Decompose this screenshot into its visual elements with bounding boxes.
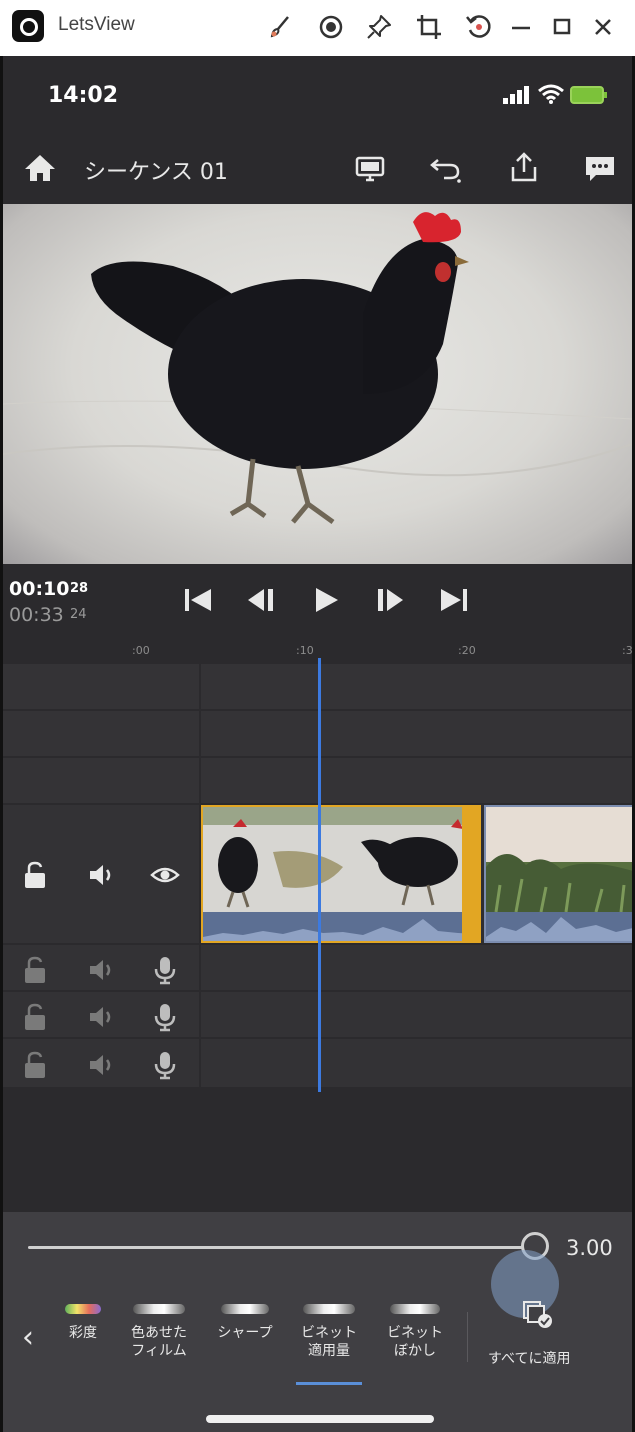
undo-icon[interactable] xyxy=(428,150,464,186)
record-icon[interactable] xyxy=(316,12,346,42)
duration-timecode: 00:33 xyxy=(9,604,64,626)
step-forward-icon[interactable] xyxy=(372,584,408,616)
battery-icon xyxy=(570,86,607,104)
timeline-empty-area xyxy=(3,1092,632,1212)
wifi-icon xyxy=(538,84,564,104)
audio-track-lane[interactable] xyxy=(201,945,632,990)
microphone-icon[interactable] xyxy=(150,955,180,985)
intensity-value: 3.00 xyxy=(566,1236,613,1260)
track-header[interactable] xyxy=(3,758,199,803)
sequence-title[interactable]: シーケンス 01 xyxy=(84,154,228,186)
skip-to-start-icon[interactable] xyxy=(180,584,216,616)
home-icon[interactable] xyxy=(22,150,58,186)
microphone-icon[interactable] xyxy=(150,1002,180,1032)
close-icon[interactable] xyxy=(588,12,618,42)
pin-icon[interactable] xyxy=(364,12,394,42)
track-lane[interactable] xyxy=(201,664,632,709)
skip-to-end-icon[interactable] xyxy=(436,584,472,616)
current-timecode: 00:10 xyxy=(9,578,70,600)
play-icon[interactable] xyxy=(308,584,344,616)
preset-thumb xyxy=(133,1304,185,1314)
ruler-label: :00 xyxy=(132,644,150,657)
preset-label: 彩度 xyxy=(69,1325,97,1341)
preset-label: シャープ xyxy=(217,1325,273,1341)
preset-faded-film[interactable]: 色あせた フィルム xyxy=(124,1304,194,1374)
preset-label: ぼかし xyxy=(394,1343,436,1359)
track-lane[interactable] xyxy=(201,758,632,803)
preset-sharpen[interactable]: シャープ xyxy=(210,1304,280,1374)
track-header[interactable] xyxy=(3,664,199,709)
preset-vignette-blur[interactable]: ビネット ぼかし xyxy=(380,1304,450,1374)
unlock-icon[interactable] xyxy=(20,1050,50,1080)
chevron-left-icon[interactable]: ‹ xyxy=(22,1320,34,1355)
microphone-icon[interactable] xyxy=(150,1050,180,1080)
ruler-label: :20 xyxy=(458,644,476,657)
track-lane[interactable] xyxy=(201,711,632,756)
apply-all-icon[interactable] xyxy=(522,1300,554,1330)
clip-thumbnail xyxy=(486,807,633,941)
video-clip-selected[interactable] xyxy=(201,805,481,943)
monitor-icon[interactable] xyxy=(352,150,388,186)
clip-trim-handle[interactable] xyxy=(462,805,481,943)
comment-icon[interactable] xyxy=(582,150,618,186)
ruler-label: :3 xyxy=(622,644,633,657)
video-clip[interactable] xyxy=(484,805,635,943)
track-header[interactable] xyxy=(3,711,199,756)
intensity-slider-track[interactable] xyxy=(28,1246,536,1249)
preset-label: 適用量 xyxy=(308,1343,350,1359)
rotate-icon[interactable] xyxy=(464,12,494,42)
current-timecode-frames: 28 xyxy=(70,581,89,596)
preset-thumb xyxy=(65,1304,101,1314)
share-icon[interactable] xyxy=(506,150,542,186)
status-time: 14:02 xyxy=(48,83,119,108)
preset-label: ビネット xyxy=(387,1325,443,1341)
preset-thumb xyxy=(390,1304,440,1314)
brush-icon[interactable] xyxy=(266,12,296,42)
unlock-icon[interactable] xyxy=(20,955,50,985)
clip-thumbnail xyxy=(203,807,479,941)
unlock-icon[interactable] xyxy=(20,1002,50,1032)
speaker-icon[interactable] xyxy=(86,860,116,890)
preset-thumb xyxy=(303,1304,355,1314)
speaker-icon[interactable] xyxy=(86,955,116,985)
audio-track-lane[interactable] xyxy=(201,1039,632,1087)
duration-timecode-frames: 24 xyxy=(70,607,87,622)
preset-saturation[interactable]: 彩度 xyxy=(60,1304,106,1374)
speaker-icon[interactable] xyxy=(86,1050,116,1080)
apply-all-button[interactable]: すべてに適用 xyxy=(488,1348,570,1368)
letsview-logo-icon xyxy=(12,10,44,42)
unlock-icon[interactable] xyxy=(20,860,50,890)
maximize-icon[interactable] xyxy=(547,12,577,42)
crop-icon[interactable] xyxy=(414,12,444,42)
divider xyxy=(467,1312,468,1362)
minimize-icon[interactable] xyxy=(506,12,536,42)
cellular-signal-icon xyxy=(503,86,529,104)
preset-label: 色あせた xyxy=(131,1325,187,1341)
eye-icon[interactable] xyxy=(150,860,180,890)
step-back-icon[interactable] xyxy=(244,584,280,616)
window-title: LetsView xyxy=(58,14,135,35)
audio-track-lane[interactable] xyxy=(201,992,632,1037)
home-indicator[interactable] xyxy=(206,1415,434,1423)
preset-label: ビネット xyxy=(301,1325,357,1341)
playhead[interactable] xyxy=(318,658,321,1092)
preview-frame-image xyxy=(3,212,632,525)
preset-vignette-amount[interactable]: ビネット 適用量 xyxy=(294,1304,364,1374)
active-preset-indicator xyxy=(296,1382,362,1385)
speaker-icon[interactable] xyxy=(86,1002,116,1032)
preset-label: フィルム xyxy=(131,1343,187,1359)
video-preview[interactable] xyxy=(3,204,632,564)
ruler-label: :10 xyxy=(296,644,314,657)
preset-thumb xyxy=(221,1304,269,1314)
